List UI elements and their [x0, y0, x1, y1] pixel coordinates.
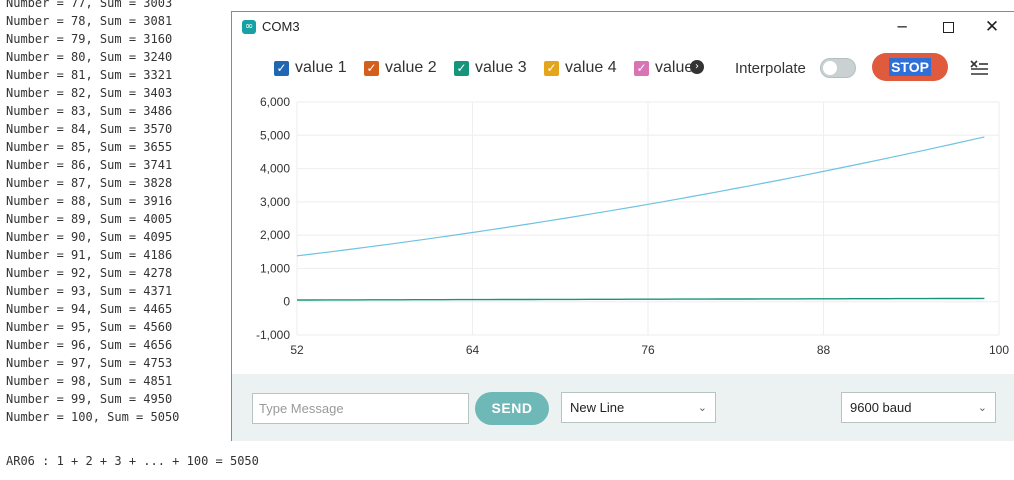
plot-chart: 6,000 5,000 4,000 3,000 2,000 1,000 0 -1,000 52…: [256, 95, 1009, 357]
checkbox-icon[interactable]: ✓: [364, 61, 379, 76]
serial-monitor-summary-line: AR06 : 1 + 2 + 3 + ... + 100 = 5050: [6, 454, 259, 468]
console-line: Number = 84, Sum = 3570: [6, 122, 173, 136]
stop-button[interactable]: STOP: [872, 53, 948, 81]
bottom-bar: SEND New Line ⌄ 9600 baud ⌄: [232, 374, 1014, 441]
console-line: Number = 99, Sum = 4950: [6, 392, 173, 406]
maximize-icon: [942, 22, 954, 33]
y-tick-label: 6,000: [260, 95, 290, 109]
console-line: Number = 98, Sum = 4851: [6, 374, 173, 388]
y-tick-label: 1,000: [260, 261, 290, 275]
console-line: Number = 92, Sum = 4278: [6, 266, 173, 280]
legend-label: value 1: [295, 59, 347, 76]
console-line: Number = 77, Sum = 3003: [6, 0, 173, 10]
legend-label: value 3: [475, 59, 527, 76]
console-line: Number = 87, Sum = 3828: [6, 176, 173, 190]
y-tick-label: 0: [283, 295, 290, 309]
toggle-knob: [823, 61, 837, 75]
y-tick-label: 4,000: [260, 162, 290, 176]
x-tick-label: 100: [989, 343, 1009, 357]
checkbox-icon[interactable]: ✓: [454, 61, 469, 76]
console-line: Number = 88, Sum = 3916: [6, 194, 173, 208]
x-axis-ticks: 52 64 76 88 100: [290, 343, 1009, 357]
x-tick-label: 52: [290, 343, 304, 357]
console-line: Number = 96, Sum = 4656: [6, 338, 173, 352]
title-bar[interactable]: ∞ COM3 ─ ✕: [232, 12, 1014, 42]
checkbox-icon[interactable]: ✓: [274, 61, 289, 76]
y-tick-label: 5,000: [260, 128, 290, 142]
x-tick-label: 88: [817, 343, 831, 357]
console-line: Number = 82, Sum = 3403: [6, 86, 173, 100]
console-line: Number = 93, Sum = 4371: [6, 284, 173, 298]
baud-rate-value: 9600 baud: [850, 400, 912, 415]
console-line: Number = 94, Sum = 4465: [6, 302, 173, 316]
console-line: Number = 78, Sum = 3081: [6, 14, 173, 28]
console-line: Number = 97, Sum = 4753: [6, 356, 173, 370]
interpolate-label: Interpolate: [735, 60, 806, 77]
console-line: Number = 91, Sum = 4186: [6, 248, 173, 262]
console-line: Number = 80, Sum = 3240: [6, 50, 173, 64]
legend-item-value-5[interactable]: ✓value 5: [634, 59, 696, 79]
console-line: Number = 85, Sum = 3655: [6, 140, 173, 154]
legend-label: value 2: [385, 59, 437, 76]
minimize-button[interactable]: ─: [879, 12, 925, 42]
series-line-sum: [296, 136, 985, 257]
chart-series: [296, 136, 985, 301]
baud-rate-select[interactable]: 9600 baud ⌄: [841, 392, 996, 423]
maximize-button[interactable]: [925, 12, 971, 42]
serial-monitor-output: Number = 77, Sum = 3003 Number = 78, Sum …: [6, 0, 230, 426]
message-input[interactable]: [252, 393, 469, 424]
y-tick-label: 3,000: [260, 195, 290, 209]
y-axis-ticks: 6,000 5,000 4,000 3,000 2,000 1,000 0 -1,000: [256, 95, 290, 342]
line-ending-select[interactable]: New Line ⌄: [561, 392, 716, 423]
y-tick-label: -1,000: [256, 328, 290, 342]
close-button[interactable]: ✕: [969, 12, 1014, 42]
chevron-down-icon: ⌄: [697, 401, 707, 414]
arduino-infinity-icon: ∞: [242, 20, 256, 34]
send-button[interactable]: SEND: [475, 392, 549, 425]
console-line: Number = 86, Sum = 3741: [6, 158, 173, 172]
checkbox-icon[interactable]: ✓: [634, 61, 649, 76]
x-tick-label: 76: [641, 343, 655, 357]
x-tick-label: 64: [466, 343, 480, 357]
chevron-down-icon: ⌄: [977, 401, 987, 414]
console-line: Number = 89, Sum = 4005: [6, 212, 173, 226]
chevron-right-circle-icon[interactable]: ›: [690, 60, 704, 74]
console-line: Number = 90, Sum = 4095: [6, 230, 173, 244]
legend-label: value 4: [565, 59, 617, 76]
console-line: Number = 95, Sum = 4560: [6, 320, 173, 334]
console-line: Number = 83, Sum = 3486: [6, 104, 173, 118]
stop-button-label: STOP: [889, 58, 931, 76]
console-line: Number = 81, Sum = 3321: [6, 68, 173, 82]
serial-plotter-window: ∞ COM3 ─ ✕ ✓ value 1 ✓ value 2 ✓ value 3 ✓ valu…: [231, 11, 1014, 441]
y-tick-label: 2,000: [260, 228, 290, 242]
line-ending-value: New Line: [570, 400, 625, 415]
console-line: Number = 79, Sum = 3160: [6, 32, 173, 46]
series-line-number: [297, 297, 985, 301]
interpolate-toggle[interactable]: [820, 58, 856, 78]
console-line: Number = 100, Sum = 5050: [6, 410, 180, 424]
window-title: COM3: [262, 19, 300, 34]
checkbox-icon[interactable]: ✓: [544, 61, 559, 76]
clear-list-icon[interactable]: [969, 57, 989, 77]
